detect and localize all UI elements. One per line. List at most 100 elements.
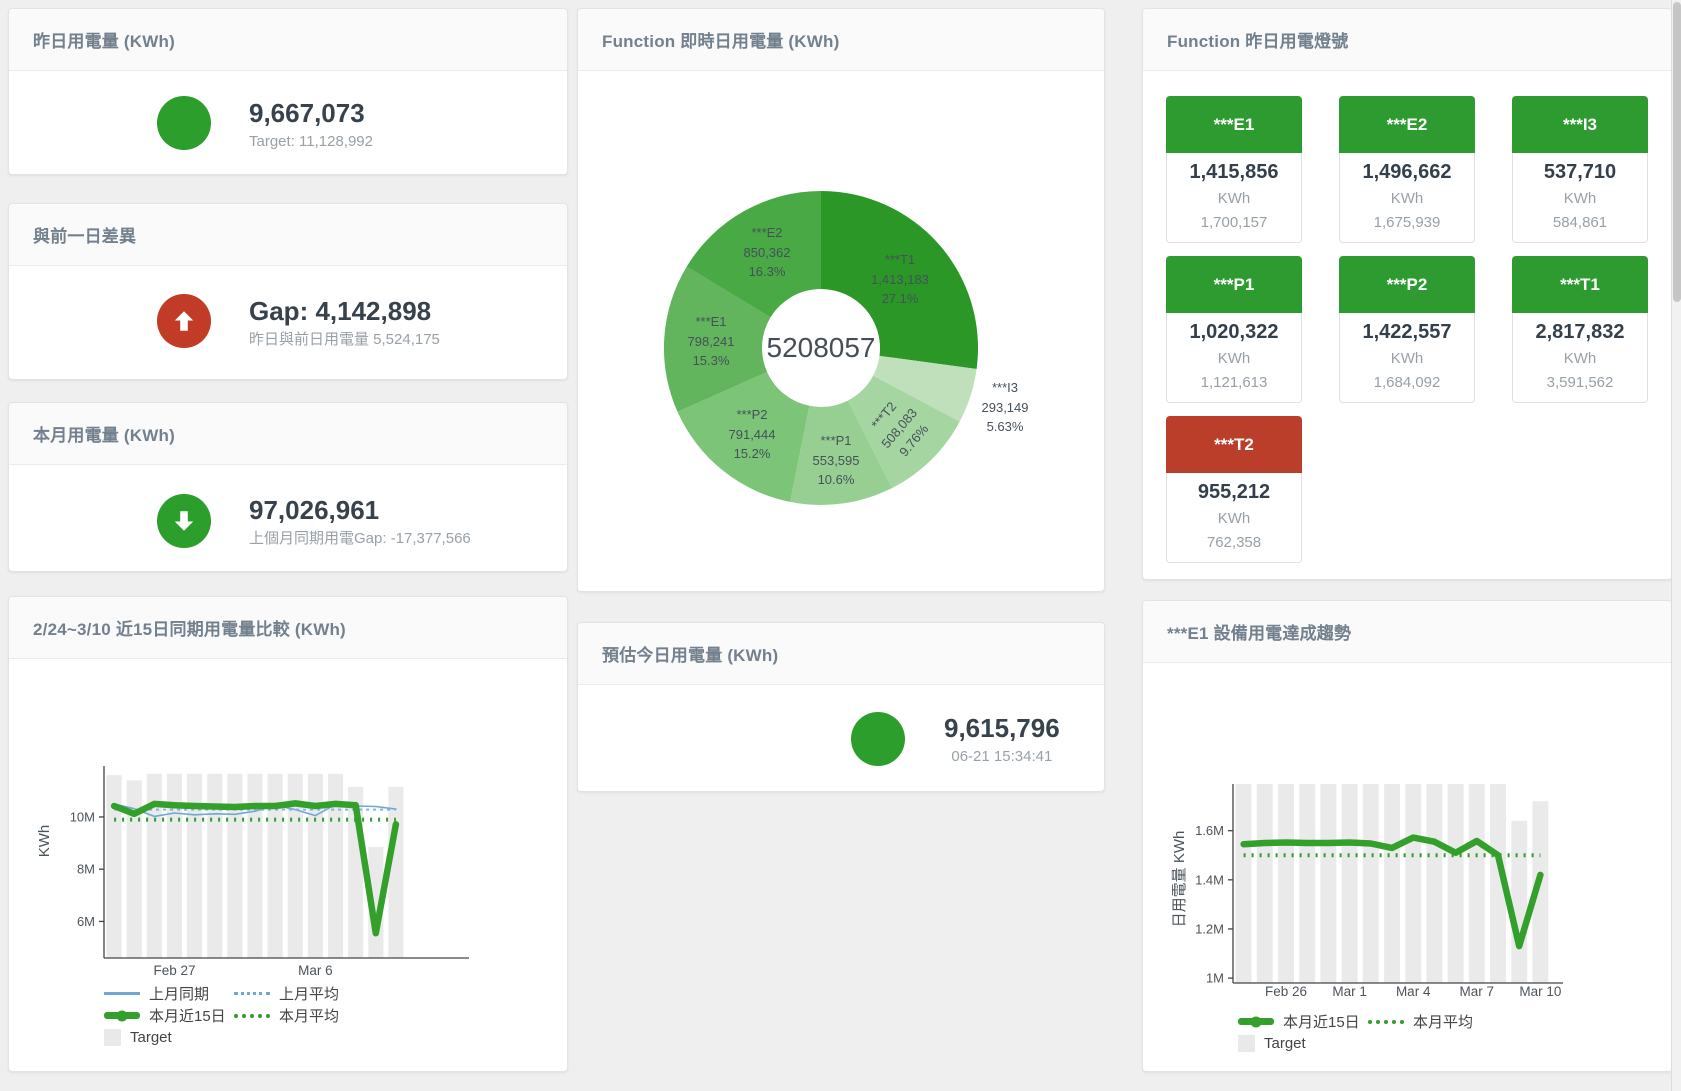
x-tick-label: Mar 6 bbox=[298, 963, 333, 978]
status-tile-***T1: ***T12,817,832KWh3,591,562 bbox=[1512, 256, 1648, 403]
stat-value: 9,667,073 bbox=[249, 98, 373, 128]
tile-value: 1,020,322 bbox=[1167, 319, 1301, 346]
tile-value: 2,817,832 bbox=[1513, 319, 1647, 346]
tile-target: 1,675,939 bbox=[1340, 211, 1474, 234]
target-bar bbox=[107, 775, 122, 958]
legend-item[interactable]: Target bbox=[104, 1029, 234, 1046]
x-tick-label: Mar 10 bbox=[1519, 984, 1561, 999]
target-bar bbox=[1426, 784, 1442, 983]
tile-target: 584,861 bbox=[1513, 211, 1647, 234]
card-title: 預估今日用電量 (KWh) bbox=[602, 641, 778, 666]
target-bar bbox=[227, 774, 242, 958]
legend-swatch-thick-green bbox=[104, 1012, 140, 1019]
stat-value: 97,026,961 bbox=[249, 495, 471, 525]
legend-item[interactable]: 上月平均 bbox=[234, 983, 339, 1004]
tile-value: 1,422,557 bbox=[1340, 319, 1474, 346]
legend-label: 本月平均 bbox=[279, 1005, 339, 1026]
tile-header: ***T1 bbox=[1512, 256, 1648, 313]
card-title: 昨日用電量 (KWh) bbox=[33, 27, 175, 52]
x-tick-label: Mar 1 bbox=[1332, 984, 1367, 999]
target-bar bbox=[1448, 784, 1464, 983]
legend-item[interactable]: 本月近15日 bbox=[104, 1005, 234, 1026]
legend-label: Target bbox=[130, 1029, 172, 1046]
compare-line-chart: 6M8M10MFeb 27Mar 6KWh bbox=[9, 659, 565, 983]
card-month-usage: 本月用電量 (KWh) 97,026,961 上個月同期用電Gap: -17,3… bbox=[8, 402, 568, 572]
legend-swatch-dot-blue bbox=[234, 992, 270, 995]
card-today-estimate: 預估今日用電量 (KWh) 9,615,796 06-21 15:34:41 bbox=[577, 622, 1105, 792]
target-bar bbox=[388, 787, 403, 958]
legend-swatch-line-blue bbox=[104, 992, 140, 995]
tile-value: 1,496,662 bbox=[1340, 159, 1474, 186]
target-bar bbox=[1363, 784, 1379, 983]
status-circle-icon bbox=[157, 96, 211, 150]
arrow-down-icon bbox=[171, 508, 197, 534]
legend-item[interactable]: Target bbox=[1238, 1035, 1368, 1052]
x-tick-label: Feb 26 bbox=[1265, 984, 1307, 999]
tile-unit: KWh bbox=[1340, 186, 1474, 211]
legend-label: 本月平均 bbox=[1413, 1011, 1473, 1032]
status-tile-***P2: ***P21,422,557KWh1,684,092 bbox=[1339, 256, 1475, 403]
legend-item[interactable]: 本月平均 bbox=[234, 1005, 339, 1026]
compare-chart-legend: 上月同期上月平均本月近15日 本月平均 Target bbox=[104, 983, 339, 1049]
card-header: 與前一日差異 bbox=[9, 204, 567, 266]
stat-value: 9,615,796 bbox=[944, 713, 1060, 743]
y-axis-title: 日用電量 KWh bbox=[1171, 831, 1188, 928]
donut-chart bbox=[578, 71, 1102, 589]
dashboard: 昨日用電量 (KWh) 9,667,073 Target: 11,128,992… bbox=[0, 0, 1681, 1091]
target-bar bbox=[1511, 821, 1527, 983]
card-title: ***E1 設備用電達成趨勢 bbox=[1167, 619, 1351, 644]
tile-body: 1,422,557KWh1,684,092 bbox=[1339, 313, 1475, 403]
arrow-up-icon bbox=[171, 308, 197, 334]
tile-body: 1,020,322KWh1,121,613 bbox=[1166, 313, 1302, 403]
trend-line-chart: 1M1.2M1.4M1.6MFeb 26Mar 1Mar 4Mar 7Mar 1… bbox=[1143, 663, 1670, 1008]
target-bar bbox=[1342, 784, 1358, 983]
legend-item[interactable]: 上月同期 bbox=[104, 983, 234, 1004]
tile-body: 955,212KWh762,358 bbox=[1166, 473, 1302, 563]
scrollbar[interactable] bbox=[1671, 0, 1681, 1091]
legend-swatch-dot-green bbox=[234, 1014, 270, 1018]
status-tile-***E1: ***E11,415,856KWh1,700,157 bbox=[1166, 96, 1302, 243]
y-tick-label: 1.2M bbox=[1195, 921, 1224, 936]
card-title: 2/24~3/10 近15日同期用電量比較 (KWh) bbox=[33, 615, 346, 640]
legend-swatch-dot-green bbox=[1368, 1020, 1404, 1024]
legend-label: 本月近15日 bbox=[1283, 1011, 1360, 1032]
stat-block: Gap: 4,142,898 昨日與前日用電量 5,524,175 bbox=[249, 296, 440, 352]
legend-swatch-square bbox=[1238, 1035, 1255, 1052]
scrollbar-thumb[interactable] bbox=[1673, 2, 1681, 302]
legend-label: 本月近15日 bbox=[149, 1005, 226, 1026]
tile-header: ***P2 bbox=[1339, 256, 1475, 313]
stat-sub: Target: 11,128,992 bbox=[249, 130, 373, 154]
tile-body: 1,415,856KWh1,700,157 bbox=[1166, 153, 1302, 243]
tile-unit: KWh bbox=[1167, 186, 1301, 211]
y-tick-label: 1.4M bbox=[1195, 872, 1224, 887]
card-e1-trend-chart: ***E1 設備用電達成趨勢 1M1.2M1.4M1.6MFeb 26Mar 1… bbox=[1142, 600, 1673, 1072]
y-tick-label: 8M bbox=[77, 862, 95, 877]
status-circle-icon bbox=[851, 712, 905, 766]
target-bar bbox=[1299, 784, 1315, 983]
trend-chart-legend: 本月近15日 本月平均 Target bbox=[1238, 1011, 1473, 1055]
card-status-lights: Function 昨日用電燈號 ***E11,415,856KWh1,700,1… bbox=[1142, 8, 1673, 580]
card-header: 昨日用電量 (KWh) bbox=[9, 9, 567, 71]
card-yesterday-usage: 昨日用電量 (KWh) 9,667,073 Target: 11,128,992 bbox=[8, 8, 568, 175]
legend-item[interactable]: 本月近15日 bbox=[1238, 1011, 1368, 1032]
target-bar bbox=[268, 774, 283, 958]
arrow-up-circle-icon bbox=[157, 294, 211, 348]
status-tile-***I3: ***I3537,710KWh584,861 bbox=[1512, 96, 1648, 243]
target-bar bbox=[1384, 784, 1400, 983]
x-tick-label: Feb 27 bbox=[153, 963, 195, 978]
tile-unit: KWh bbox=[1513, 186, 1647, 211]
status-tiles-grid: ***E11,415,856KWh1,700,157 ***E2 1,496,662… bbox=[1166, 96, 1648, 563]
y-tick-label: 1.6M bbox=[1195, 823, 1224, 838]
legend-swatch-square bbox=[104, 1029, 121, 1046]
stat-block: 9,667,073 Target: 11,128,992 bbox=[249, 98, 373, 154]
target-bar bbox=[1257, 784, 1273, 983]
tile-body: 537,710KWh584,861 bbox=[1512, 153, 1648, 243]
tile-header: ***E2 bbox=[1339, 96, 1475, 153]
tile-target: 1,684,092 bbox=[1340, 371, 1474, 394]
tile-unit: KWh bbox=[1167, 346, 1301, 371]
y-axis-title: KWh bbox=[36, 825, 53, 858]
tile-header: ***P1 bbox=[1166, 256, 1302, 313]
tile-target: 1,121,613 bbox=[1167, 371, 1301, 394]
legend-item[interactable]: 本月平均 bbox=[1368, 1011, 1473, 1032]
tile-header: ***E1 bbox=[1166, 96, 1302, 153]
